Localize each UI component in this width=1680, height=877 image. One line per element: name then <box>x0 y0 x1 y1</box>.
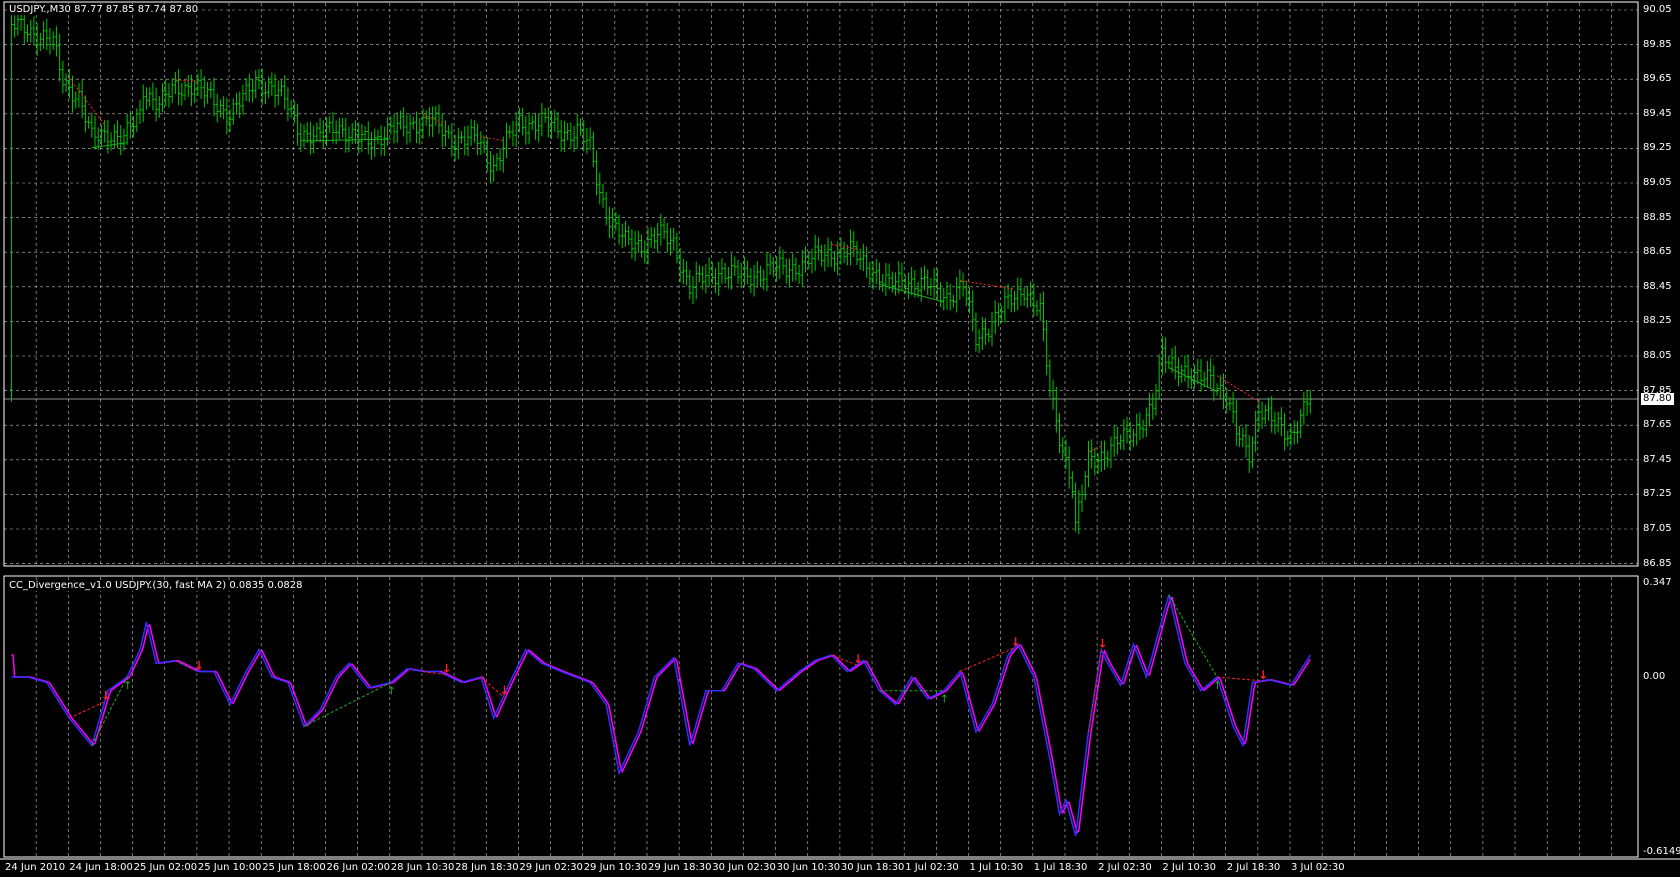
time-axis-label: 25 Jun 02:00 <box>133 862 198 873</box>
bearish-divergence-line <box>69 701 105 719</box>
indicator-frame <box>3 575 1639 858</box>
sell-arrow-icon: ↓ <box>853 652 863 666</box>
osc-axis-min: -0.6149 <box>1643 846 1680 857</box>
main-chart-title: USDJPY.,M30 87.77 87.85 87.74 87.80 <box>9 4 199 15</box>
time-axis-label: 25 Jun 10:00 <box>197 862 262 873</box>
buy-arrow-icon: ↑ <box>123 679 132 692</box>
signal-line <box>11 596 1311 834</box>
buy-arrow-icon: ↑ <box>1213 679 1222 692</box>
time-axis-label: 1 Jul 10:30 <box>969 862 1024 873</box>
sell-arrow-icon: ↓ <box>1097 637 1107 651</box>
bearish-divergence-price-line <box>959 280 1015 290</box>
bullish-divergence-line <box>91 676 128 746</box>
time-axis-label: 1 Jul 02:30 <box>905 862 959 873</box>
time-axis-label: 2 Jul 18:30 <box>1226 862 1281 873</box>
price-axis-label: 89.65 <box>1643 73 1672 85</box>
indicator-title: CC_Divergence_v1.0 USDJPY.(30, fast MA 2… <box>9 580 303 591</box>
sell-arrow-icon: ↓ <box>101 689 111 703</box>
price-axis-label: 86.85 <box>1643 557 1672 569</box>
price-axis-label: 87.65 <box>1643 419 1672 431</box>
time-axis-label: 30 Jun 02:30 <box>712 862 776 873</box>
bullish-divergence-price-line <box>91 142 128 149</box>
time-axis-label: 2 Jul 02:30 <box>1098 862 1152 873</box>
price-axis-label: 88.05 <box>1643 350 1672 361</box>
osc-axis-max: 0.347 <box>1643 577 1672 588</box>
time-axis-label: 1 Jul 18:30 <box>1033 862 1088 873</box>
time-axis-label: 24 Jun 2010 <box>5 862 66 873</box>
time-axis-label: 30 Jun 10:30 <box>776 862 841 873</box>
sell-arrow-icon: ↓ <box>1011 635 1021 649</box>
price-axis-label: 88.45 <box>1643 280 1672 292</box>
time-axis-label: 28 Jun 10:30 <box>390 862 455 873</box>
sell-arrow-icon: ↓ <box>499 684 509 698</box>
sell-arrow-icon: ↓ <box>194 659 204 673</box>
bullish-divergence-price-line <box>1168 367 1218 393</box>
time-axis-label: 26 Jun 02:00 <box>326 862 391 873</box>
chart-canvas[interactable]: ↓ ↓ ↓ ↓ ↓ ↓ ↓ ↓ ↑ ↑ ↑ ↑ <box>0 0 1680 877</box>
bearish-divergence-line <box>1217 676 1263 682</box>
price-axis-label: 89.45 <box>1643 107 1672 119</box>
price-axis-label: 89.05 <box>1643 177 1672 188</box>
time-axis-label: 30 Jun 18:30 <box>840 862 905 873</box>
time-axis-label: 25 Jun 18:00 <box>262 862 326 873</box>
time-axis-label: 2 Jul 10:30 <box>1162 862 1216 873</box>
buy-arrow-icon: ↑ <box>387 684 396 697</box>
time-axis-label: 29 Jun 18:30 <box>648 862 712 873</box>
price-axis-label: 88.85 <box>1643 211 1672 223</box>
price-axis-label: 87.25 <box>1643 488 1672 500</box>
time-axis-label: 29 Jun 02:30 <box>519 862 583 873</box>
price-axis-label: 87.45 <box>1643 453 1672 465</box>
bearish-divergence-line <box>1087 649 1102 732</box>
price-axis-label: 88.25 <box>1643 315 1672 327</box>
oscillator-line <box>11 594 1311 837</box>
price-axis-label: 89.25 <box>1643 142 1672 154</box>
time-axis-label: 24 Jun 18:00 <box>69 862 133 873</box>
bullish-divergence-line <box>303 682 392 727</box>
time-axis-label: 29 Jun 10:30 <box>583 862 648 873</box>
time-axis-label: 28 Jun 18:30 <box>455 862 519 873</box>
time-axis-label: 3 Jul 02:30 <box>1291 862 1345 873</box>
osc-axis-zero: 0.00 <box>1643 671 1666 682</box>
sell-arrow-icon: ↓ <box>441 662 451 676</box>
price-axis-label: 90.05 <box>1643 4 1672 15</box>
price-axis-label: 89.85 <box>1643 38 1672 50</box>
price-axis-label: 87.05 <box>1643 523 1672 534</box>
buy-arrow-icon: ↑ <box>940 693 949 706</box>
current-price-label: 87.80 <box>1641 393 1674 405</box>
bullish-divergence-line <box>1168 594 1218 678</box>
price-axis-label: 88.65 <box>1643 246 1672 258</box>
sell-arrow-icon: ↓ <box>1258 668 1268 682</box>
